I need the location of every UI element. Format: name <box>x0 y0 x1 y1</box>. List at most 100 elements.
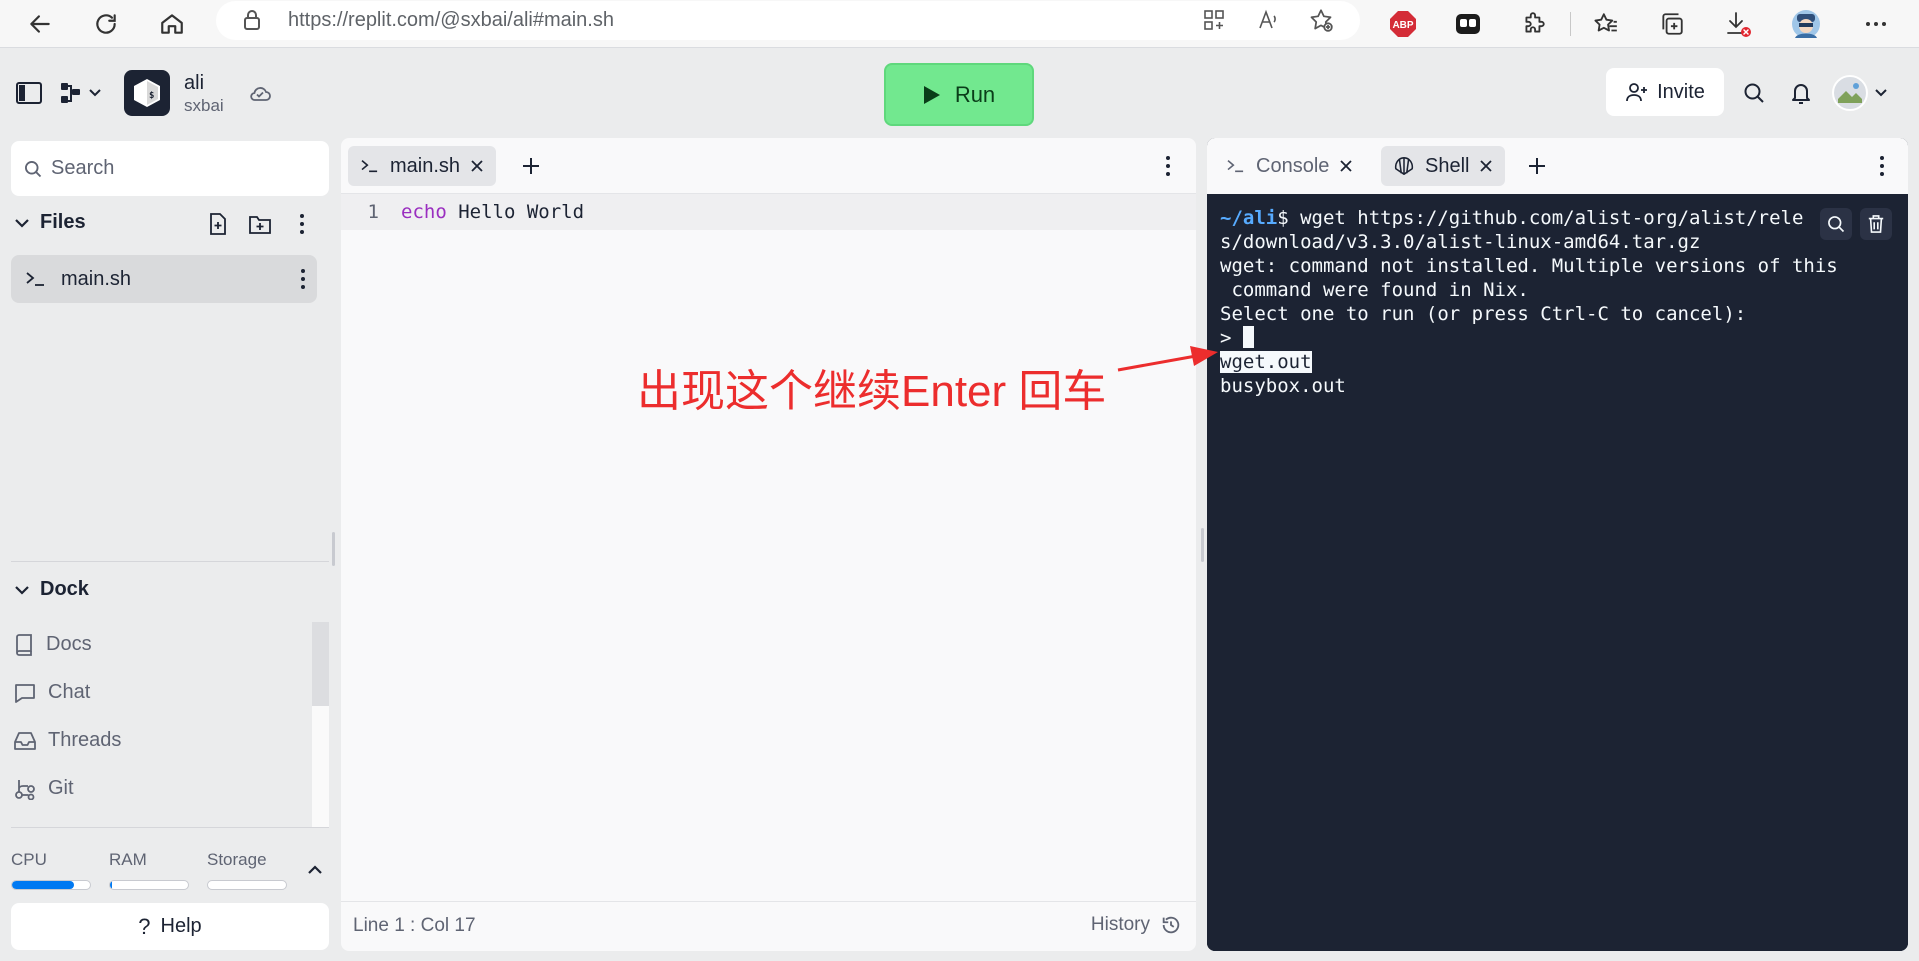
close-icon[interactable] <box>470 159 484 173</box>
cpu-meter[interactable] <box>11 880 91 890</box>
dock-scrollbar[interactable] <box>312 622 329 827</box>
tab-label: main.sh <box>390 154 461 177</box>
layout-menu[interactable] <box>60 81 102 105</box>
home-icon[interactable] <box>154 6 190 42</box>
puzzle-icon[interactable] <box>1516 6 1552 42</box>
chat-icon <box>15 683 35 703</box>
extension-icon[interactable] <box>1450 6 1486 42</box>
repl-name[interactable]: ali <box>184 72 204 95</box>
sidebar-divider <box>11 827 329 828</box>
toolbar-divider <box>1570 12 1571 36</box>
invite-button[interactable]: Invite <box>1606 68 1724 116</box>
ram-label: RAM <box>109 850 147 869</box>
url-text[interactable]: https://replit.com/@sxbai/ali#main.sh <box>288 9 614 32</box>
search-icon <box>25 160 42 177</box>
collections-icon[interactable] <box>1654 6 1690 42</box>
close-icon[interactable] <box>1479 159 1493 173</box>
file-name: main.sh <box>61 267 132 290</box>
read-aloud-icon[interactable] <box>1256 8 1280 32</box>
dock-item-chat[interactable]: Chat <box>14 681 90 704</box>
more-icon[interactable] <box>1858 6 1894 42</box>
svg-text:$: $ <box>149 91 154 101</box>
dock-item-label: Docs <box>46 633 92 655</box>
address-bar[interactable]: https://replit.com/@sxbai/ali#main.sh <box>216 1 1360 40</box>
prompt-directory: ~/ali <box>1220 207 1278 229</box>
inbox-icon <box>14 731 36 750</box>
close-icon[interactable] <box>1339 159 1353 173</box>
files-panel-header[interactable]: Files <box>14 211 86 234</box>
invite-label: Invite <box>1657 80 1705 103</box>
file-more-icon[interactable] <box>299 268 307 290</box>
app-available-icon[interactable] <box>1202 8 1226 32</box>
history-button[interactable]: History <box>1091 914 1182 936</box>
code-text[interactable]: echo Hello World <box>401 201 584 223</box>
adblock-icon[interactable]: ABP <box>1385 6 1421 42</box>
files-more-icon[interactable] <box>292 213 312 235</box>
add-tab-icon[interactable] <box>521 156 541 176</box>
cpu-label: CPU <box>11 850 47 869</box>
storage-meter[interactable] <box>207 880 287 890</box>
files-title: Files <box>40 211 86 233</box>
terminal-more-icon[interactable] <box>1878 155 1886 177</box>
search-icon[interactable] <box>1742 81 1766 105</box>
pane-resize-handle[interactable] <box>1201 528 1204 562</box>
selection-prompt: > <box>1220 327 1243 349</box>
cloud-saved-icon <box>248 82 272 104</box>
terminal-line: s/download/v3.3.0/alist-linux-amd64.tar.… <box>1220 231 1701 253</box>
refresh-icon[interactable] <box>88 6 124 42</box>
git-icon <box>15 779 35 800</box>
new-file-icon[interactable] <box>207 212 229 236</box>
option-item[interactable]: busybox.out <box>1220 375 1346 397</box>
run-button[interactable]: Run <box>884 63 1034 126</box>
search-input[interactable]: Search <box>11 141 329 196</box>
terminal-icon <box>1227 160 1244 173</box>
terminal-output[interactable]: ~/ali$ wget https://github.com/alist-org… <box>1207 194 1908 951</box>
terminal-line: Select one to run (or press Ctrl-C to ca… <box>1220 303 1747 325</box>
favorite-add-icon[interactable] <box>1308 7 1334 33</box>
terminal-clear-button[interactable] <box>1860 208 1892 240</box>
sidebar-divider <box>11 561 329 562</box>
ram-meter[interactable] <box>109 880 189 890</box>
user-avatar-icon <box>1832 75 1868 111</box>
bell-icon[interactable] <box>1789 80 1813 106</box>
tab-main-sh[interactable]: main.sh <box>348 146 497 186</box>
terminal-cursor <box>1242 326 1254 348</box>
editor-status-bar: Line 1 : Col 17 History <box>341 901 1196 951</box>
code-args: Hello World <box>446 201 585 223</box>
back-icon[interactable] <box>22 6 58 42</box>
lock-icon[interactable] <box>242 9 262 31</box>
history-label: History <box>1090 914 1150 935</box>
terminal-icon <box>361 160 378 173</box>
repl-owner[interactable]: sxbai <box>184 96 224 116</box>
tab-console[interactable]: Console <box>1214 146 1365 186</box>
help-button[interactable]: ? Help <box>11 903 329 950</box>
terminal-search-button[interactable] <box>1820 208 1852 240</box>
ram-meter-fill <box>110 881 113 889</box>
bash-logo-icon: $ <box>134 79 160 107</box>
repl-avatar[interactable]: $ <box>124 70 170 116</box>
user-menu[interactable] <box>1832 75 1888 111</box>
tab-shell[interactable]: Shell <box>1381 146 1506 186</box>
downloads-icon[interactable] <box>1720 6 1756 42</box>
sidebar-toggle-icon[interactable] <box>16 82 42 104</box>
chevron-up-icon[interactable] <box>307 864 323 876</box>
file-item-main-sh[interactable]: main.sh <box>11 255 317 303</box>
editor-pane: main.sh 1 echo Hello World Line 1 : Col … <box>341 138 1196 951</box>
dock-panel-header[interactable]: Dock <box>14 578 89 601</box>
favorites-icon[interactable] <box>1588 6 1624 42</box>
profile-icon[interactable] <box>1788 6 1824 42</box>
code-line[interactable]: 1 echo Hello World <box>341 194 1196 230</box>
editor-more-icon[interactable] <box>1164 155 1172 177</box>
terminal-icon <box>26 272 44 286</box>
dock-item-git[interactable]: Git <box>14 777 74 800</box>
editor-tab-bar: main.sh <box>341 138 1196 194</box>
new-folder-icon[interactable] <box>248 213 272 235</box>
dock-item-threads[interactable]: Threads <box>14 729 121 752</box>
dock-scrollbar-thumb[interactable] <box>312 622 329 706</box>
dock-item-docs[interactable]: Docs <box>14 633 92 656</box>
sidebar-resize-handle[interactable] <box>332 532 335 566</box>
option-selected[interactable]: wget.out <box>1220 351 1312 373</box>
add-tab-icon[interactable] <box>1527 156 1547 176</box>
cursor-position[interactable]: Line 1 : Col 17 <box>353 915 476 937</box>
browser-toolbar: https://replit.com/@sxbai/ali#main.sh AB… <box>0 0 1919 48</box>
